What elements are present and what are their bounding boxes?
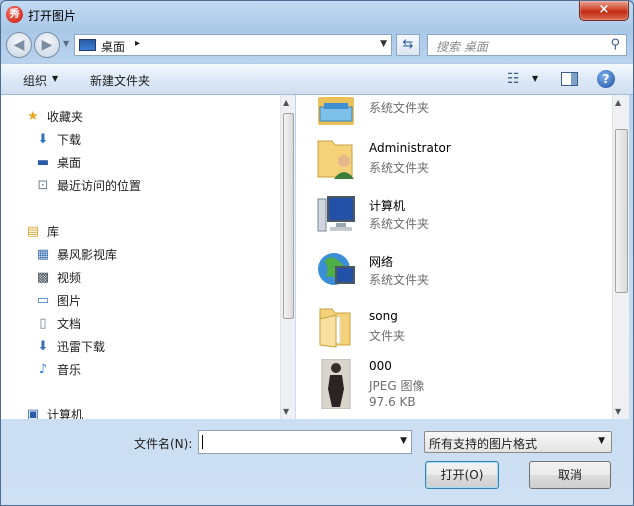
refresh-button[interactable]: ⇆ <box>396 34 420 56</box>
list-item[interactable]: 000 JPEG 图像 97.6 KB <box>296 357 612 419</box>
file-list-scrollbar[interactable]: ▲ ▼ <box>612 95 629 419</box>
address-bar[interactable]: 桌面 ▸ ▼ <box>74 34 392 56</box>
scroll-down-icon[interactable]: ▼ <box>615 407 621 416</box>
download-folder-icon: ⬇ <box>37 132 49 147</box>
video-library-icon: ▦ <box>36 247 50 262</box>
sidebar-item-label: 视频 <box>57 271 82 285</box>
search-box[interactable]: 搜索 桌面 ⚲ <box>427 34 627 56</box>
open-image-dialog: 秀 打开图片 × ◀ ▶ ▼ 桌面 ▸ ▼ ⇆ 搜索 桌面 ⚲ 组织 ▼ 新建文… <box>0 0 634 506</box>
close-button[interactable]: × <box>579 1 629 21</box>
list-item[interactable]: Administrator 系统文件夹 <box>296 137 612 193</box>
navigation-scrollbar[interactable]: ▲ ▼ <box>280 95 295 419</box>
scroll-up-icon[interactable]: ▲ <box>283 98 289 107</box>
text-caret <box>202 435 203 449</box>
sidebar-item-label: 收藏夹 <box>47 110 84 124</box>
folder-icon <box>319 308 351 348</box>
sidebar-item-label: 下载 <box>57 133 82 147</box>
sidebar-item-label: 音乐 <box>57 363 82 377</box>
forward-button[interactable]: ▶ <box>34 32 60 58</box>
file-size: 97.6 KB <box>369 395 416 409</box>
sidebar-item-label: 文档 <box>57 317 82 331</box>
filename-input[interactable] <box>199 431 389 451</box>
thunder-download-icon: ⬇ <box>37 339 49 354</box>
photo-thumbnail-icon <box>321 359 351 409</box>
video-icon: ▩ <box>36 270 50 285</box>
navigation-pane: ★ 收藏夹 ⬇ 下载 ▬ 桌面 ⊡ 最近访问的位置 ▤ 库 ▦ 暴风影视库 ▩ … <box>1 95 280 419</box>
file-name: Administrator <box>369 141 451 155</box>
window-title: 打开图片 <box>28 9 77 23</box>
view-options-icon[interactable]: ☷ <box>507 71 523 87</box>
computer-icon: ▣ <box>26 407 40 419</box>
recent-pages-dropdown-icon[interactable]: ▼ <box>63 39 73 51</box>
pictures-icon: ▭ <box>36 293 50 308</box>
sidebar-item-label: 库 <box>47 225 60 239</box>
scroll-down-icon[interactable]: ▼ <box>283 407 289 416</box>
command-toolbar: 组织 ▼ 新建文件夹 ☷ ▼ ? <box>1 63 633 95</box>
chevron-down-icon[interactable]: ▼ <box>52 74 58 83</box>
search-placeholder[interactable]: 搜索 桌面 <box>436 38 488 55</box>
sidebar-item-label: 迅雷下载 <box>57 340 106 354</box>
chevron-right-icon[interactable]: ▸ <box>135 38 140 49</box>
file-type-filter[interactable]: 所有支持的图片格式 ▼ <box>424 431 612 453</box>
sidebar-item-label: 暴风影视库 <box>57 248 118 262</box>
file-name: song <box>369 309 398 323</box>
help-icon[interactable]: ? <box>597 70 615 88</box>
search-icon[interactable]: ⚲ <box>610 37 620 52</box>
chevron-down-icon[interactable]: ▼ <box>598 436 605 446</box>
list-item[interactable]: 计算机 系统文件夹 <box>296 193 612 249</box>
library-icon: ▤ <box>26 224 40 239</box>
scroll-thumb[interactable] <box>283 113 294 319</box>
file-type: 系统文件夹 <box>369 273 430 287</box>
list-item[interactable]: 网络 系统文件夹 <box>296 249 612 305</box>
cancel-button[interactable]: 取消 <box>529 461 611 489</box>
file-type: 系统文件夹 <box>369 101 430 115</box>
user-folder-icon <box>317 140 354 179</box>
sidebar-item-label: 桌面 <box>57 156 82 170</box>
sidebar-item-label: 计算机 <box>47 408 84 419</box>
recent-places-icon: ⊡ <box>37 178 49 193</box>
app-icon: 秀 <box>6 6 23 23</box>
new-folder-button[interactable]: 新建文件夹 <box>90 72 150 89</box>
sidebar-item-label: 图片 <box>57 294 82 308</box>
file-type-filter-value[interactable]: 所有支持的图片格式 <box>429 435 537 452</box>
list-item[interactable]: song 文件夹 <box>296 305 612 361</box>
file-list: 系统文件夹 Administrator 系统文件夹 计算机 系统文件夹 网络 系… <box>296 95 612 419</box>
sidebar-item-label: 最近访问的位置 <box>57 179 142 193</box>
file-type: 系统文件夹 <box>369 217 430 231</box>
back-button[interactable]: ◀ <box>6 32 32 58</box>
documents-icon: ▯ <box>39 316 47 331</box>
filename-field[interactable]: ▼ <box>198 430 412 454</box>
desktop-icon <box>79 39 96 51</box>
file-type: 系统文件夹 <box>369 161 430 175</box>
file-type: JPEG 图像 <box>369 379 425 393</box>
address-location[interactable]: 桌面 <box>101 38 125 55</box>
computer-icon <box>317 196 355 232</box>
file-name: 000 <box>369 359 392 373</box>
network-icon <box>318 253 355 285</box>
filename-label: 文件名(N): <box>134 437 193 451</box>
organize-button[interactable]: 组织 <box>23 72 47 89</box>
file-name: 网络 <box>369 255 394 269</box>
chevron-down-icon[interactable]: ▼ <box>380 39 387 49</box>
chevron-down-icon[interactable]: ▼ <box>400 436 407 446</box>
preview-pane-icon[interactable] <box>561 72 578 86</box>
music-icon: ♪ <box>38 362 48 377</box>
scroll-thumb[interactable] <box>615 129 628 293</box>
star-icon: ★ <box>27 109 39 124</box>
open-button[interactable]: 打开(O) <box>425 461 499 489</box>
file-name: 计算机 <box>369 199 406 213</box>
scroll-up-icon[interactable]: ▲ <box>615 98 621 107</box>
chevron-down-icon[interactable]: ▼ <box>532 74 538 83</box>
title-bar: 秀 打开图片 × <box>1 1 633 29</box>
file-type: 文件夹 <box>369 329 406 343</box>
desktop-icon: ▬ <box>36 155 50 170</box>
libraries-folder-icon <box>318 97 354 125</box>
